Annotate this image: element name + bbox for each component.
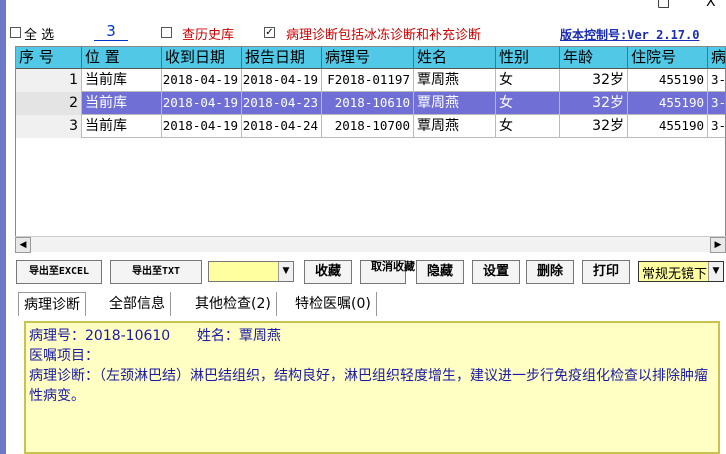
col-header-sex[interactable]: 性别 bbox=[496, 47, 560, 69]
cancel-collect-label: 取消收藏 bbox=[371, 260, 415, 273]
cell-reported: 2018-04-23 bbox=[242, 92, 322, 115]
detail-pathology-line: 病理号：2018-10610 姓名：覃周燕 bbox=[29, 328, 281, 344]
settings-button[interactable]: 设置 bbox=[472, 260, 520, 284]
col-header-location[interactable]: 位 置 bbox=[82, 47, 162, 69]
top-toolbar: 全 选 3 查历史库 ✓ 病理诊断包括冰冻诊断和补充诊断 版本控制号:Ver 2… bbox=[6, 20, 726, 46]
restore-icon[interactable]: □ bbox=[657, 0, 670, 10]
cell-age: 32岁 bbox=[560, 92, 628, 115]
cell-name: 覃周燕 bbox=[414, 92, 496, 115]
action-toolbar: 导出至EXCEL 导出至TXT ▼ 收藏 取消收藏 隐藏 设置 删除 打印 常规… bbox=[6, 256, 726, 288]
cell-reported: 2018-04-24 bbox=[242, 115, 322, 138]
cell-location: 当前库 bbox=[82, 69, 162, 92]
cell-extra: 3- bbox=[708, 115, 725, 138]
cell-received: 2018-04-19 bbox=[162, 115, 242, 138]
tab-special-orders[interactable]: 特检医嘱(0) bbox=[290, 292, 377, 316]
cell-received: 2018-04-19 bbox=[162, 69, 242, 92]
cell-extra: 3- bbox=[708, 92, 725, 115]
cell-location: 当前库 bbox=[82, 115, 162, 138]
cell-name: 覃周燕 bbox=[414, 69, 496, 92]
cancel-collect-button[interactable]: 取消收藏 bbox=[360, 260, 415, 284]
table-row[interactable]: 1 当前库 2018-04-19 2018-04-19 F2018-01197 … bbox=[16, 69, 725, 92]
cell-no: 2 bbox=[16, 92, 82, 115]
collect-button[interactable]: 收藏 bbox=[304, 260, 352, 284]
grid-header: 序 号 位 置 收到日期 报告日期 病理号 姓名 性别 年龄 住院号 病 bbox=[16, 47, 725, 69]
cell-age: 32岁 bbox=[560, 115, 628, 138]
export-excel-button[interactable]: 导出至EXCEL bbox=[16, 260, 102, 284]
col-header-admission-no[interactable]: 住院号 bbox=[628, 47, 708, 69]
export-txt-button[interactable]: 导出至TXT bbox=[110, 260, 202, 284]
scroll-right-icon[interactable]: ▶ bbox=[710, 237, 726, 253]
select-all-checkbox[interactable] bbox=[10, 27, 21, 38]
chevron-down-icon[interactable]: ▼ bbox=[278, 262, 293, 281]
tab-pathology-diagnosis[interactable]: 病理诊断 bbox=[18, 292, 86, 316]
diagnosis-text-panel[interactable]: 病理号：2018-10610 姓名：覃周燕 医嘱项目： 病理诊断：（左颈淋巴结）… bbox=[24, 321, 720, 454]
cell-no: 3 bbox=[16, 115, 82, 138]
col-header-reported[interactable]: 报告日期 bbox=[242, 47, 322, 69]
cell-admission-no: 455190 bbox=[628, 92, 708, 115]
col-header-pathology-no[interactable]: 病理号 bbox=[322, 47, 414, 69]
history-checkbox[interactable] bbox=[161, 27, 172, 38]
case-grid[interactable]: 序 号 位 置 收到日期 报告日期 病理号 姓名 性别 年龄 住院号 病 1 当… bbox=[15, 46, 726, 251]
mirror-select[interactable]: 常规无镜下 ▼ bbox=[638, 261, 724, 282]
detail-tabs: 病理诊断 全部信息 其他检查(2) 特检医嘱(0) bbox=[18, 290, 726, 318]
chevron-down-icon[interactable]: ▼ bbox=[708, 262, 723, 281]
cell-admission-no: 455190 bbox=[628, 115, 708, 138]
cell-extra: 3- bbox=[708, 69, 725, 92]
col-header-no[interactable]: 序 号 bbox=[16, 47, 82, 69]
include-frozen-label: 病理诊断包括冰冻诊断和补充诊断 bbox=[286, 28, 482, 43]
hide-button[interactable]: 隐藏 bbox=[416, 260, 464, 284]
tab-other-exams[interactable]: 其他检查(2) bbox=[190, 292, 277, 316]
col-header-extra[interactable]: 病 bbox=[708, 47, 725, 69]
record-count: 3 bbox=[94, 22, 128, 41]
history-label: 查历史库 bbox=[182, 28, 235, 43]
cell-sex: 女 bbox=[496, 115, 560, 138]
select-all-label: 全 选 bbox=[24, 28, 55, 43]
col-header-name[interactable]: 姓名 bbox=[414, 47, 496, 69]
col-header-received[interactable]: 收到日期 bbox=[162, 47, 242, 69]
mirror-select-value: 常规无镜下 bbox=[642, 267, 708, 282]
cell-received: 2018-04-19 bbox=[162, 92, 242, 115]
filter-dropdown[interactable]: ▼ bbox=[208, 261, 294, 282]
cell-pathology-no: F2018-01197 bbox=[322, 69, 414, 92]
table-row-selected[interactable]: 2 当前库 2018-04-19 2018-04-23 2018-10610 覃… bbox=[16, 92, 725, 115]
detail-order-items: 医嘱项目： bbox=[29, 348, 99, 364]
cell-age: 32岁 bbox=[560, 69, 628, 92]
detail-diagnosis: 病理诊断：（左颈淋巴结）淋巴结组织，结构良好，淋巴组织轻度增生，建议进一步行免疫… bbox=[29, 368, 708, 404]
cell-name: 覃周燕 bbox=[414, 115, 496, 138]
include-frozen-checkbox[interactable]: ✓ bbox=[264, 27, 275, 38]
cell-reported: 2018-04-19 bbox=[242, 69, 322, 92]
cell-location: 当前库 bbox=[82, 92, 162, 115]
cell-sex: 女 bbox=[496, 92, 560, 115]
cell-sex: 女 bbox=[496, 69, 560, 92]
table-row[interactable]: 3 当前库 2018-04-19 2018-04-24 2018-10700 覃… bbox=[16, 115, 725, 138]
cell-pathology-no: 2018-10700 bbox=[322, 115, 414, 138]
grid-horizontal-scrollbar[interactable]: ◀ ▶ bbox=[15, 236, 726, 253]
cell-admission-no: 455190 bbox=[628, 69, 708, 92]
col-header-age[interactable]: 年龄 bbox=[560, 47, 628, 69]
close-icon[interactable]: X bbox=[706, 0, 716, 10]
cell-pathology-no: 2018-10610 bbox=[322, 92, 414, 115]
window-left-border bbox=[0, 0, 6, 454]
version-label: 版本控制号:Ver 2.17.0 bbox=[560, 28, 700, 42]
print-button[interactable]: 打印 bbox=[582, 260, 630, 284]
tab-all-info[interactable]: 全部信息 bbox=[104, 292, 171, 316]
scroll-left-icon[interactable]: ◀ bbox=[15, 237, 31, 253]
delete-button[interactable]: 删除 bbox=[526, 260, 574, 284]
cell-no: 1 bbox=[16, 69, 82, 92]
